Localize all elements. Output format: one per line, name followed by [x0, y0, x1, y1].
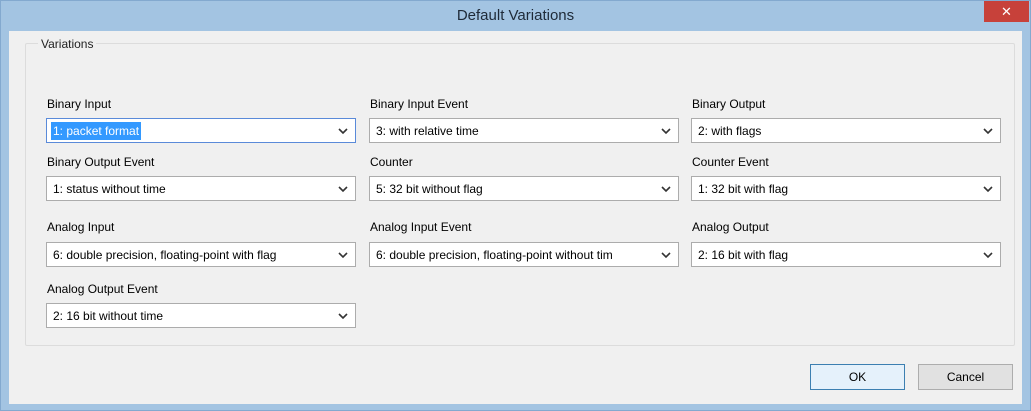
analog-output-event-label: Analog Output Event [47, 282, 158, 296]
analog-output-event-select[interactable]: 2: 16 bit without time [46, 303, 356, 328]
chevron-down-icon [983, 128, 993, 135]
counter-event-label: Counter Event [692, 155, 769, 169]
binary-input-select[interactable]: 1: packet format [46, 118, 356, 143]
close-icon: ✕ [1001, 4, 1012, 19]
chevron-down-icon [983, 252, 993, 259]
binary-input-event-label: Binary Input Event [370, 97, 469, 111]
counter-label: Counter [370, 155, 413, 169]
analog-input-event-label: Analog Input Event [370, 220, 472, 234]
analog-input-label: Analog Input [47, 220, 115, 234]
binary-input-label: Binary Input [47, 97, 112, 111]
counter-value: 5: 32 bit without flag [376, 182, 483, 196]
binary-output-event-label: Binary Output Event [47, 155, 155, 169]
chevron-down-icon [661, 128, 671, 135]
chevron-down-icon [661, 186, 671, 193]
analog-input-event-select[interactable]: 6: double precision, floating-point with… [369, 242, 679, 267]
chevron-down-icon [661, 252, 671, 259]
variations-group-label: Variations [38, 37, 97, 51]
analog-output-select[interactable]: 2: 16 bit with flag [691, 242, 1001, 267]
chevron-down-icon [338, 186, 348, 193]
chevron-down-icon [338, 313, 348, 320]
chevron-down-icon [338, 128, 348, 135]
chevron-down-icon [983, 186, 993, 193]
binary-output-value: 2: with flags [698, 124, 762, 138]
title-bar[interactable]: Default Variations ✕ [1, 1, 1030, 31]
binary-output-select[interactable]: 2: with flags [691, 118, 1001, 143]
counter-event-select[interactable]: 1: 32 bit with flag [691, 176, 1001, 201]
close-button[interactable]: ✕ [984, 1, 1029, 22]
analog-output-label: Analog Output [692, 220, 769, 234]
analog-input-event-value: 6: double precision, floating-point with… [376, 248, 613, 262]
binary-input-event-value: 3: with relative time [376, 124, 479, 138]
binary-input-value: 1: packet format [51, 122, 142, 140]
binary-output-event-select[interactable]: 1: status without time [46, 176, 356, 201]
counter-event-value: 1: 32 bit with flag [698, 182, 789, 196]
analog-input-select[interactable]: 6: double precision, floating-point with… [46, 242, 356, 267]
analog-output-event-value: 2: 16 bit without time [53, 309, 164, 323]
binary-output-event-value: 1: status without time [53, 182, 166, 196]
cancel-button[interactable]: Cancel [918, 364, 1013, 390]
ok-button[interactable]: OK [810, 364, 905, 390]
binary-input-event-select[interactable]: 3: with relative time [369, 118, 679, 143]
window-title: Default Variations [456, 7, 575, 24]
counter-select[interactable]: 5: 32 bit without flag [369, 176, 679, 201]
analog-output-value: 2: 16 bit with flag [698, 248, 789, 262]
chevron-down-icon [338, 252, 348, 259]
analog-input-value: 6: double precision, floating-point with… [53, 248, 277, 262]
binary-output-label: Binary Output [692, 97, 766, 111]
